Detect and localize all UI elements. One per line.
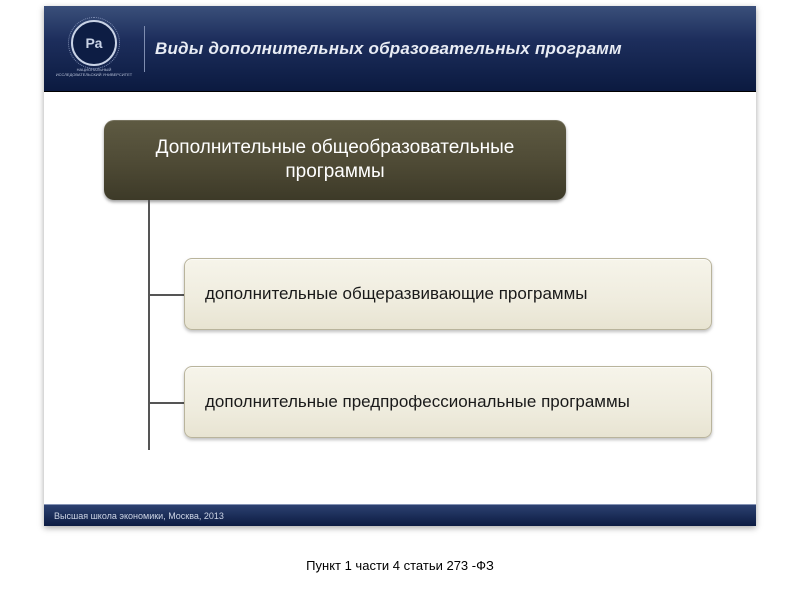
logo-icon: Ра (71, 20, 117, 66)
header-divider (144, 26, 145, 72)
logo-block: Ра НАЦИОНАЛЬНЫЙ ИССЛЕДОВАТЕЛЬСКИЙ УНИВЕР… (44, 6, 144, 92)
slide-body: Дополнительные общеобразовательные прогр… (44, 92, 756, 502)
logo-text: Ра (86, 35, 103, 51)
connector-h-2 (148, 402, 184, 404)
slide-footer: Высшая школа экономики, Москва, 2013 (44, 504, 756, 526)
slide-header: Ра НАЦИОНАЛЬНЫЙ ИССЛЕДОВАТЕЛЬСКИЙ УНИВЕР… (44, 6, 756, 92)
diagram-root: Дополнительные общеобразовательные прогр… (104, 120, 566, 200)
diagram-child-2: дополнительные предпрофессиональные прог… (184, 366, 712, 438)
connector-h-1 (148, 294, 184, 296)
slide-title: Виды дополнительных образовательных прог… (155, 39, 622, 59)
footer-text: Высшая школа экономики, Москва, 2013 (54, 511, 224, 521)
slide: Ра НАЦИОНАЛЬНЫЙ ИССЛЕДОВАТЕЛЬСКИЙ УНИВЕР… (44, 6, 756, 526)
caption: Пункт 1 части 4 статьи 273 -ФЗ (0, 558, 800, 573)
logo-subtitle: НАЦИОНАЛЬНЫЙ ИССЛЕДОВАТЕЛЬСКИЙ УНИВЕРСИТ… (54, 68, 134, 77)
diagram-child-1: дополнительные общеразвивающие программы (184, 258, 712, 330)
connector-vertical (148, 200, 150, 450)
